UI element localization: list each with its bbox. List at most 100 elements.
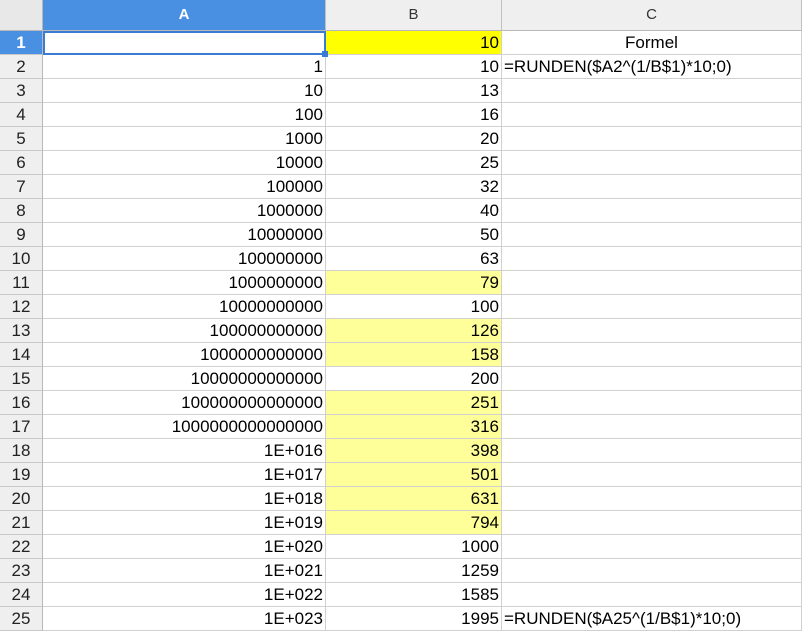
cell-a1[interactable]	[43, 31, 326, 55]
row-header-20[interactable]: 20	[0, 487, 43, 511]
row-header-17[interactable]: 17	[0, 415, 43, 439]
cell-a17[interactable]: 1000000000000000	[43, 415, 326, 439]
row-header-22[interactable]: 22	[0, 535, 43, 559]
row-header-16[interactable]: 16	[0, 391, 43, 415]
column-header-b[interactable]: B	[326, 0, 502, 31]
cell-c21[interactable]	[502, 511, 802, 535]
cell-c9[interactable]	[502, 223, 802, 247]
row-header-13[interactable]: 13	[0, 319, 43, 343]
cell-a13[interactable]: 100000000000	[43, 319, 326, 343]
cell-a24[interactable]: 1E+022	[43, 583, 326, 607]
cell-b6[interactable]: 25	[326, 151, 502, 175]
cell-a3[interactable]: 10	[43, 79, 326, 103]
row-header-8[interactable]: 8	[0, 199, 43, 223]
cell-c3[interactable]	[502, 79, 802, 103]
row-header-19[interactable]: 19	[0, 463, 43, 487]
row-header-21[interactable]: 21	[0, 511, 43, 535]
cell-b9[interactable]: 50	[326, 223, 502, 247]
row-header-23[interactable]: 23	[0, 559, 43, 583]
cell-c13[interactable]	[502, 319, 802, 343]
cell-c7[interactable]	[502, 175, 802, 199]
cell-b21[interactable]: 794	[326, 511, 502, 535]
cell-b8[interactable]: 40	[326, 199, 502, 223]
cell-c8[interactable]	[502, 199, 802, 223]
cell-b25[interactable]: 1995	[326, 607, 502, 631]
row-header-6[interactable]: 6	[0, 151, 43, 175]
fill-handle[interactable]	[322, 51, 328, 57]
row-header-2[interactable]: 2	[0, 55, 43, 79]
cell-c6[interactable]	[502, 151, 802, 175]
cell-b3[interactable]: 13	[326, 79, 502, 103]
cell-b23[interactable]: 1259	[326, 559, 502, 583]
cell-c24[interactable]	[502, 583, 802, 607]
cell-c19[interactable]	[502, 463, 802, 487]
cell-a20[interactable]: 1E+018	[43, 487, 326, 511]
cell-b1[interactable]: 10	[326, 31, 502, 55]
cell-b15[interactable]: 200	[326, 367, 502, 391]
cell-c5[interactable]	[502, 127, 802, 151]
cell-b7[interactable]: 32	[326, 175, 502, 199]
cell-c18[interactable]	[502, 439, 802, 463]
cell-b17[interactable]: 316	[326, 415, 502, 439]
cell-a14[interactable]: 1000000000000	[43, 343, 326, 367]
row-header-11[interactable]: 11	[0, 271, 43, 295]
row-header-9[interactable]: 9	[0, 223, 43, 247]
cell-b16[interactable]: 251	[326, 391, 502, 415]
cell-b4[interactable]: 16	[326, 103, 502, 127]
row-header-10[interactable]: 10	[0, 247, 43, 271]
row-header-12[interactable]: 12	[0, 295, 43, 319]
cell-c4[interactable]	[502, 103, 802, 127]
cell-c12[interactable]	[502, 295, 802, 319]
spreadsheet-grid[interactable]: A B C 1 10 Formel 2 1 10 =RUNDEN($A2^(1/B$1)*10;0…	[0, 0, 802, 633]
row-header-5[interactable]: 5	[0, 127, 43, 151]
cell-b20[interactable]: 631	[326, 487, 502, 511]
cell-c11[interactable]	[502, 271, 802, 295]
cell-a10[interactable]: 100000000	[43, 247, 326, 271]
row-header-4[interactable]: 4	[0, 103, 43, 127]
row-header-15[interactable]: 15	[0, 367, 43, 391]
cell-c25[interactable]: =RUNDEN($A25^(1/B$1)*10;0)	[502, 607, 802, 631]
cell-c15[interactable]	[502, 367, 802, 391]
cell-a8[interactable]: 1000000	[43, 199, 326, 223]
cell-a11[interactable]: 1000000000	[43, 271, 326, 295]
column-header-a[interactable]: A	[43, 0, 326, 31]
cell-a6[interactable]: 10000	[43, 151, 326, 175]
row-header-3[interactable]: 3	[0, 79, 43, 103]
cell-a22[interactable]: 1E+020	[43, 535, 326, 559]
cell-b12[interactable]: 100	[326, 295, 502, 319]
cell-b11[interactable]: 79	[326, 271, 502, 295]
cell-c22[interactable]	[502, 535, 802, 559]
row-header-18[interactable]: 18	[0, 439, 43, 463]
cell-c10[interactable]	[502, 247, 802, 271]
cell-a19[interactable]: 1E+017	[43, 463, 326, 487]
row-header-24[interactable]: 24	[0, 583, 43, 607]
cell-a12[interactable]: 10000000000	[43, 295, 326, 319]
row-header-25[interactable]: 25	[0, 607, 43, 631]
cell-a21[interactable]: 1E+019	[43, 511, 326, 535]
cell-b22[interactable]: 1000	[326, 535, 502, 559]
cell-b14[interactable]: 158	[326, 343, 502, 367]
cell-a15[interactable]: 10000000000000	[43, 367, 326, 391]
cell-a4[interactable]: 100	[43, 103, 326, 127]
cell-b18[interactable]: 398	[326, 439, 502, 463]
cell-a5[interactable]: 1000	[43, 127, 326, 151]
cell-c16[interactable]	[502, 391, 802, 415]
cell-a7[interactable]: 100000	[43, 175, 326, 199]
cell-c23[interactable]	[502, 559, 802, 583]
row-header-14[interactable]: 14	[0, 343, 43, 367]
cell-c17[interactable]	[502, 415, 802, 439]
cell-b19[interactable]: 501	[326, 463, 502, 487]
cell-a25[interactable]: 1E+023	[43, 607, 326, 631]
cell-a2[interactable]: 1	[43, 55, 326, 79]
cell-b2[interactable]: 10	[326, 55, 502, 79]
cell-b5[interactable]: 20	[326, 127, 502, 151]
cell-b10[interactable]: 63	[326, 247, 502, 271]
cell-c20[interactable]	[502, 487, 802, 511]
column-header-c[interactable]: C	[502, 0, 802, 31]
cell-c1[interactable]: Formel	[502, 31, 802, 55]
cell-b13[interactable]: 126	[326, 319, 502, 343]
cell-a16[interactable]: 100000000000000	[43, 391, 326, 415]
cell-a9[interactable]: 10000000	[43, 223, 326, 247]
select-all-corner[interactable]	[0, 0, 43, 31]
cell-b24[interactable]: 1585	[326, 583, 502, 607]
